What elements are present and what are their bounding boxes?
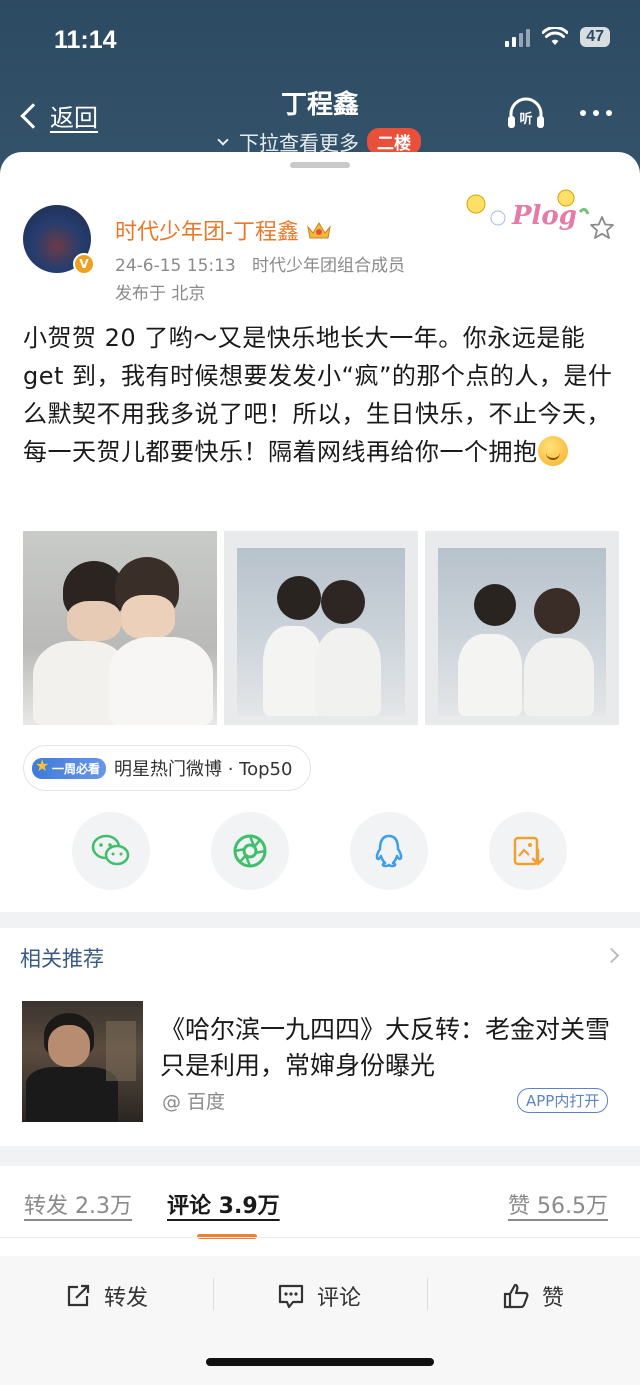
comment-button[interactable]: 评论 xyxy=(277,1280,361,1312)
headphones-listen-icon[interactable]: 听 xyxy=(506,96,546,132)
signal-icon xyxy=(505,27,531,47)
home-indicator[interactable] xyxy=(206,1358,434,1366)
action-separator xyxy=(427,1278,428,1310)
photo-grid xyxy=(23,531,619,725)
qq-penguin-icon xyxy=(375,834,403,868)
related-heading: 相关推荐 xyxy=(20,947,104,971)
tabs-divider xyxy=(0,1237,640,1238)
author-name: 时代少年团-丁程鑫 xyxy=(115,220,299,245)
drag-handle[interactable] xyxy=(290,162,350,168)
post-photo[interactable] xyxy=(425,531,619,725)
avatar[interactable]: V xyxy=(23,205,95,275)
svg-text:Plog: Plog xyxy=(511,201,577,231)
repost-label: 转发 xyxy=(104,1286,149,1311)
save-image-button[interactable] xyxy=(489,812,567,890)
related-source: @ 百度 xyxy=(162,1091,226,1113)
plog-sticker-icon: Plog xyxy=(466,189,590,231)
tab-reposts[interactable]: 转发 2.3万 xyxy=(24,1188,132,1220)
weekly-must-see-badge: 一周必看 xyxy=(32,756,107,779)
share-wechat-button[interactable] xyxy=(72,812,150,890)
chevron-down-icon xyxy=(217,133,229,146)
related-title[interactable]: 《哈尔滨一九四四》大反转：老金对关雪只是利用，常婶身份曝光 xyxy=(160,1012,620,1084)
repost-button[interactable]: 转发 xyxy=(64,1280,148,1312)
post-location: 发布于 北京 xyxy=(115,284,206,304)
share-row xyxy=(72,812,567,890)
favorite-star-icon[interactable] xyxy=(588,214,616,242)
like-button[interactable]: 赞 xyxy=(502,1280,564,1312)
repost-icon xyxy=(67,1284,90,1307)
comment-icon xyxy=(278,1284,304,1309)
svg-text:听: 听 xyxy=(519,111,532,127)
share-qq-button[interactable] xyxy=(350,812,428,890)
comment-label: 评论 xyxy=(317,1286,362,1311)
tab-likes[interactable]: 赞 56.5万 xyxy=(508,1188,608,1220)
post-card: V 时代少年团-丁程鑫 24-6-15 15:13 时代少年团组合成员 发布于 … xyxy=(0,152,640,1385)
section-divider xyxy=(0,1146,640,1166)
like-label: 赞 xyxy=(542,1286,565,1311)
post-photo[interactable] xyxy=(224,531,418,725)
post-text: 小贺贺 20 了哟～又是快乐地长大一年。你永远是能 get 到，我有时候想要发发… xyxy=(23,324,613,466)
more-options-button[interactable] xyxy=(580,110,612,116)
wechat-icon xyxy=(91,834,130,866)
hug-emoji-icon xyxy=(537,436,568,466)
floor-badge[interactable]: 二楼 xyxy=(367,128,421,155)
engagement-tabs: 转发 2.3万 评论 3.9万 赞 56.5万 xyxy=(0,1170,640,1240)
hot-ranking-tag[interactable]: 一周必看 明星热门微博 · Top50 xyxy=(23,745,312,791)
section-divider xyxy=(0,912,640,928)
post-source: 时代少年团组合成员 xyxy=(251,256,405,276)
author-row[interactable]: 时代少年团-丁程鑫 xyxy=(115,214,333,246)
post-meta: 24-6-15 15:13 时代少年团组合成员 xyxy=(115,251,405,276)
thumbs-up-icon xyxy=(503,1283,529,1309)
moments-aperture-icon xyxy=(233,834,267,868)
status-time: 11:14 xyxy=(54,26,117,54)
post-date: 24-6-15 15:13 xyxy=(115,256,236,276)
status-icons: 47 xyxy=(505,27,610,47)
share-moments-button[interactable] xyxy=(211,812,289,890)
wifi-icon xyxy=(542,27,569,45)
crown-icon xyxy=(307,222,331,239)
tab-comments[interactable]: 评论 3.9万 xyxy=(167,1188,280,1220)
post-photo[interactable] xyxy=(23,531,217,725)
action-separator xyxy=(213,1278,214,1310)
battery-indicator: 47 xyxy=(580,27,610,47)
top-header: 11:14 47 返回 丁程鑫 下拉查看更多 二楼 听 xyxy=(0,0,640,170)
save-image-icon xyxy=(513,836,545,866)
open-in-app-button[interactable]: APP内打开 xyxy=(517,1088,609,1113)
chevron-right-icon[interactable] xyxy=(603,947,620,964)
verified-badge-icon: V xyxy=(73,253,95,275)
post-body: 小贺贺 20 了哟～又是快乐地长大一年。你永远是能 get 到，我有时候想要发发… xyxy=(23,319,623,471)
related-thumbnail[interactable] xyxy=(22,1001,143,1122)
hot-ranking-text: 明星热门微博 · Top50 xyxy=(114,759,293,780)
